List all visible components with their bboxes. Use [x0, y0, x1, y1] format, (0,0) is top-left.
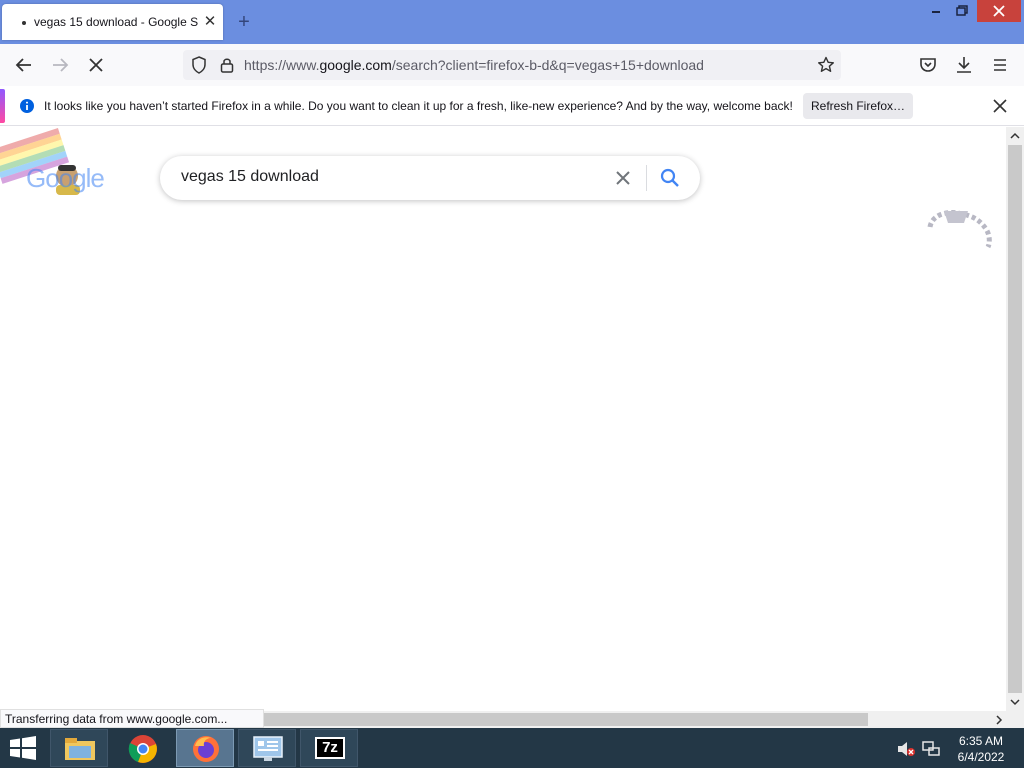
close-icon [993, 5, 1005, 17]
url-text: https://www.google.com/search?client=fir… [244, 57, 704, 73]
close-notification-icon[interactable] [991, 97, 1009, 115]
tab-close-icon[interactable]: ✕ [201, 13, 219, 31]
close-window-button[interactable] [977, 0, 1021, 22]
search-box[interactable]: vegas 15 download [160, 156, 700, 200]
bookmark-star-icon[interactable] [816, 55, 836, 75]
clear-search-icon[interactable] [611, 166, 635, 190]
tab-active[interactable]: vegas 15 download - Google Se ✕ [2, 4, 223, 40]
chrome-icon [128, 735, 157, 763]
taskbar-control-panel[interactable] [238, 729, 296, 767]
title-bar: vegas 15 download - Google Se ✕ + [0, 0, 1024, 44]
taskbar-file-explorer[interactable] [50, 729, 108, 767]
page-content: Google vegas 15 download [0, 127, 1006, 711]
clock-time: 6:35 AM [958, 734, 1004, 748]
url-bar[interactable]: https://www.google.com/search?client=fir… [183, 50, 841, 80]
search-divider [646, 165, 647, 191]
loading-dot-icon [22, 21, 26, 25]
speaker-muted-icon[interactable] [896, 740, 916, 758]
forward-arrow-icon[interactable] [48, 53, 72, 77]
taskbar-7zip[interactable]: 7z [300, 729, 358, 767]
taskbar-chrome[interactable] [114, 729, 172, 767]
google-doodle-logo[interactable]: Google [0, 127, 120, 199]
lock-icon[interactable] [217, 55, 237, 75]
info-icon [20, 99, 34, 113]
restore-button[interactable] [950, 0, 974, 22]
clock-date: 6/4/2022 [957, 750, 1005, 764]
stop-loading-icon[interactable] [84, 53, 108, 77]
firefox-icon [193, 736, 219, 762]
chain-graphic-icon [927, 210, 992, 249]
search-icon[interactable] [658, 166, 682, 190]
windows-start-icon[interactable] [8, 736, 38, 760]
folder-icon [65, 738, 95, 760]
search-input[interactable]: vegas 15 download [181, 168, 319, 186]
refresh-firefox-button[interactable]: Refresh Firefox… [803, 93, 913, 119]
taskbar: 7z 6:35 AM 6/4/2022 [0, 728, 1024, 768]
horizontal-scroll-thumb[interactable] [264, 713, 868, 726]
downloads-icon[interactable] [952, 53, 976, 77]
new-tab-icon[interactable]: + [233, 11, 255, 33]
network-icon[interactable] [921, 740, 941, 758]
minimize-icon [932, 11, 940, 13]
url-path: /search?client=firefox-b-d&q=vegas+15+do… [391, 57, 704, 73]
taskbar-clock[interactable]: 6:35 AM 6/4/2022 [948, 733, 1014, 765]
scroll-down-icon[interactable] [1009, 696, 1021, 708]
7zip-icon: 7z [315, 737, 345, 759]
taskbar-firefox[interactable] [176, 729, 234, 767]
google-logo-text: Google [26, 163, 105, 193]
scroll-up-icon[interactable] [1009, 130, 1021, 142]
notification-bar: It looks like you haven’t started Firefo… [0, 86, 1024, 126]
vertical-scrollbar[interactable] [1006, 127, 1024, 711]
tab-title: vegas 15 download - Google Se [34, 15, 198, 29]
pocket-icon[interactable] [916, 53, 940, 77]
vertical-scroll-thumb[interactable] [1008, 145, 1022, 693]
notification-message: It looks like you haven’t started Firefo… [44, 99, 793, 113]
status-bar: Transferring data from www.google.com... [0, 709, 264, 728]
control-panel-icon [253, 736, 283, 761]
url-prefix: https://www. [244, 57, 320, 73]
minimize-button[interactable] [924, 0, 948, 22]
restore-icon [956, 5, 968, 16]
shield-icon[interactable] [189, 55, 209, 75]
notification-accent [0, 89, 5, 123]
navigation-bar: https://www.google.com/search?client=fir… [0, 44, 1024, 86]
horizontal-scrollbar[interactable] [264, 711, 1024, 728]
scroll-right-icon[interactable] [993, 714, 1005, 726]
menu-icon[interactable] [988, 53, 1012, 77]
url-host: google.com [319, 57, 392, 73]
back-arrow-icon[interactable] [12, 53, 36, 77]
